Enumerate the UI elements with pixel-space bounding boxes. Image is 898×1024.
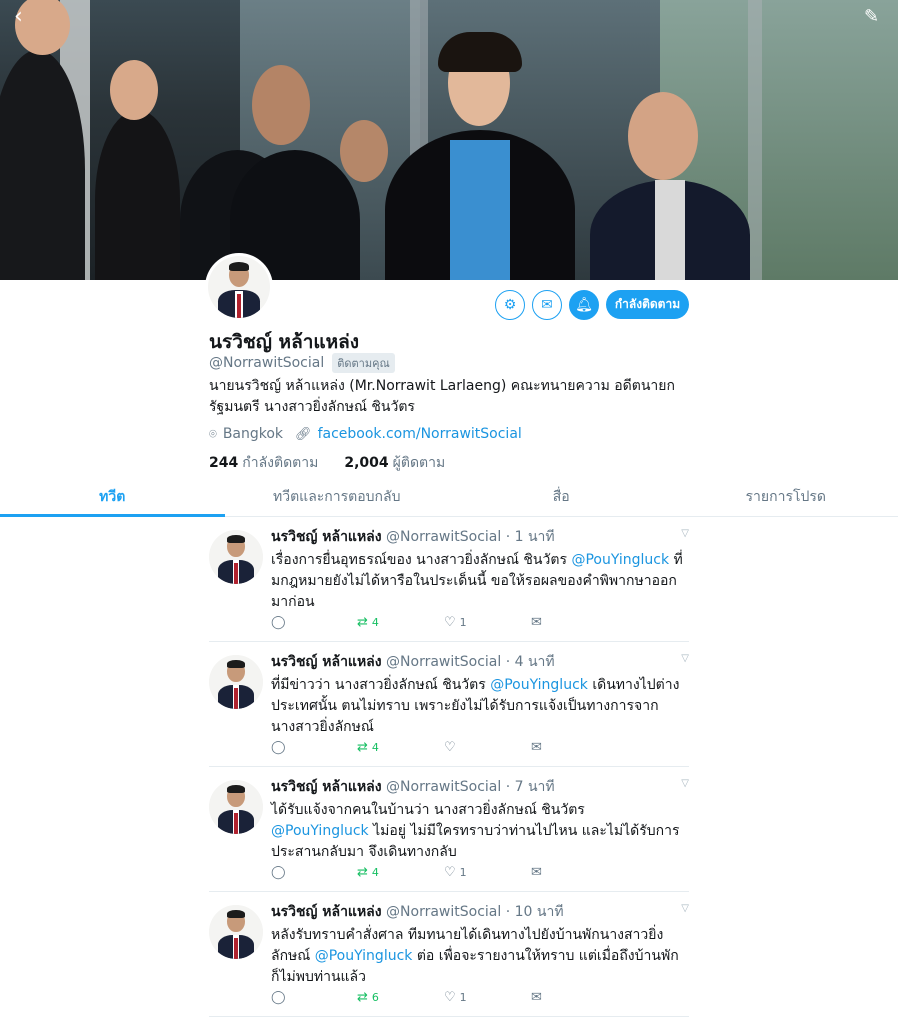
- tweet-avatar[interactable]: [209, 530, 263, 584]
- tweet-author-name[interactable]: นรวิชญ์ หล้าแหล่ง: [271, 654, 382, 670]
- tab-tweets-and-replies[interactable]: ทวีตและการตอบกลับ: [225, 480, 450, 516]
- notifications-button[interactable]: 🔔︎: [569, 290, 599, 320]
- retweet-button[interactable]: ⇄ 4: [357, 615, 379, 630]
- reply-button[interactable]: ◯: [271, 990, 286, 1005]
- followers-stat[interactable]: 2,004 ผู้ติดตาม: [344, 452, 445, 474]
- direct-message-button[interactable]: ✉: [531, 740, 542, 755]
- reply-icon: ◯: [271, 990, 286, 1005]
- heart-icon: ♡: [444, 865, 456, 880]
- profile-handle-row: @NorrawitSocial ติดตามคุณ: [209, 353, 395, 373]
- heart-icon: ♡: [444, 740, 456, 755]
- retweet-icon: ⇄: [357, 615, 368, 630]
- like-button[interactable]: ♡ 1: [444, 990, 467, 1005]
- tweet-meta: @NorrawitSocial · 7 นาที: [386, 779, 555, 795]
- retweet-button[interactable]: ⇄ 6: [357, 990, 379, 1005]
- tweet-meta: @NorrawitSocial · 10 นาที: [386, 904, 564, 920]
- tweet-avatar[interactable]: [209, 780, 263, 834]
- retweet-button[interactable]: ⇄ 4: [357, 740, 379, 755]
- chevron-left-icon[interactable]: ‹: [14, 6, 36, 28]
- tweet-item[interactable]: นรวิชญ์ หล้าแหล่ง @NorrawitSocial · 10 น…: [209, 893, 689, 1017]
- tweet-meta: @NorrawitSocial · 4 นาที: [386, 654, 555, 670]
- envelope-icon: ✉: [531, 615, 542, 630]
- like-button[interactable]: ♡ 1: [444, 615, 467, 630]
- header-photo-person: [95, 110, 180, 280]
- tweet-item[interactable]: นรวิชญ์ หล้าแหล่ง @NorrawitSocial · 4 นา…: [209, 643, 689, 767]
- tweet-author-name[interactable]: นรวิชญ์ หล้าแหล่ง: [271, 529, 382, 545]
- envelope-icon: ✉: [541, 297, 553, 313]
- reply-button[interactable]: ◯: [271, 740, 286, 755]
- tweet-text: ได้รับแจ้งจากคนในบ้านว่า นางสาวยิ่งลักษณ…: [271, 802, 680, 860]
- header-photo-shirt: [655, 180, 685, 280]
- profile-location: Bangkok: [222, 426, 284, 442]
- tweet-meta: @NorrawitSocial · 1 นาที: [386, 529, 555, 545]
- retweet-icon: ⇄: [357, 990, 368, 1005]
- reply-button[interactable]: ◯: [271, 865, 286, 880]
- chevron-down-icon[interactable]: ▽: [681, 903, 689, 914]
- profile-website-link[interactable]: facebook.com/NorrawitSocial: [318, 426, 522, 442]
- profile-meta: ⌾ Bangkok 🔗︎ facebook.com/NorrawitSocial: [209, 426, 522, 442]
- tweet-text: หลังรับทราบคำสั่งศาล ทีมทนายได้เดินทางไป…: [271, 927, 679, 985]
- profile-handle: @NorrawitSocial: [209, 355, 325, 371]
- reply-icon: ◯: [271, 865, 286, 880]
- gear-icon: ⚙: [503, 297, 517, 313]
- header-photo-face: [340, 120, 388, 182]
- chevron-down-icon[interactable]: ▽: [681, 778, 689, 789]
- retweet-icon: ⇄: [357, 865, 368, 880]
- header-photo-hair: [438, 32, 522, 72]
- tab-media[interactable]: สื่อ: [449, 480, 674, 516]
- tweet-avatar[interactable]: [209, 905, 263, 959]
- heart-icon: ♡: [444, 990, 456, 1005]
- profile-avatar[interactable]: [205, 253, 273, 321]
- envelope-icon: ✉: [531, 740, 542, 755]
- tweet-item[interactable]: นรวิชญ์ หล้าแหล่ง @NorrawitSocial · 1 นา…: [209, 518, 689, 642]
- location-pin-icon: ⌾: [209, 426, 217, 442]
- reply-button[interactable]: ◯: [271, 615, 286, 630]
- reply-icon: ◯: [271, 740, 286, 755]
- heart-icon: ♡: [444, 615, 456, 630]
- tweet-author-name[interactable]: นรวิชญ์ หล้าแหล่ง: [271, 904, 382, 920]
- following-button[interactable]: กำลังติดตาม: [606, 290, 689, 319]
- like-button[interactable]: ♡: [444, 740, 460, 755]
- header-photo-face: [110, 60, 158, 120]
- envelope-icon: ✉: [531, 990, 542, 1005]
- tweet-author-name[interactable]: นรวิชญ์ หล้าแหล่ง: [271, 779, 382, 795]
- envelope-icon: ✉: [531, 865, 542, 880]
- header-photo-face: [252, 65, 310, 145]
- mention-link[interactable]: @PouYingluck: [490, 677, 588, 693]
- profile-tabs: ทวีต ทวีตและการตอบกลับ สื่อ รายการโปรด: [0, 480, 898, 517]
- follows-you-badge: ติดตามคุณ: [332, 353, 395, 373]
- reply-icon: ◯: [271, 615, 286, 630]
- retweet-button[interactable]: ⇄ 4: [357, 865, 379, 880]
- header-photo-pillar: [748, 0, 762, 280]
- profile-stats: 244 กำลังติดตาม 2,004 ผู้ติดตาม: [209, 452, 445, 474]
- tweet-text: เรื่องการยื่นอุทธรณ์ของ นางสาวยิ่งลักษณ์…: [271, 552, 683, 610]
- tweet-text: ที่มีข่าวว่า นางสาวยิ่งลักษณ์ ชินวัตร @P…: [271, 677, 680, 735]
- like-button[interactable]: ♡ 1: [444, 865, 467, 880]
- profile-bio: นายนรวิชญ์ หล้าแหล่ง (Mr.Norrawit Larlae…: [209, 378, 675, 415]
- tab-likes[interactable]: รายการโปรด: [674, 480, 898, 516]
- chevron-down-icon[interactable]: ▽: [681, 528, 689, 539]
- profile-header-photo[interactable]: ‹ ✎: [0, 0, 898, 280]
- mention-link[interactable]: @PouYingluck: [315, 948, 413, 964]
- direct-message-button[interactable]: ✉: [531, 865, 542, 880]
- header-photo-blue-blouse: [450, 140, 510, 280]
- tweet-avatar[interactable]: [209, 655, 263, 709]
- chevron-down-icon[interactable]: ▽: [681, 653, 689, 664]
- retweet-icon: ⇄: [357, 740, 368, 755]
- following-stat[interactable]: 244 กำลังติดตาม: [209, 452, 318, 474]
- link-icon: 🔗︎: [295, 426, 312, 442]
- tab-tweets[interactable]: ทวีต: [0, 480, 225, 517]
- mention-link[interactable]: @PouYingluck: [271, 823, 369, 839]
- message-button[interactable]: ✉: [532, 290, 562, 320]
- tweet-item[interactable]: นรวิชญ์ หล้าแหล่ง @NorrawitSocial · 7 นา…: [209, 768, 689, 892]
- compose-feather-icon[interactable]: ✎: [864, 6, 886, 28]
- direct-message-button[interactable]: ✉: [531, 615, 542, 630]
- mention-link[interactable]: @PouYingluck: [571, 552, 669, 568]
- settings-gear-button[interactable]: ⚙: [495, 290, 525, 320]
- header-photo-face: [628, 92, 698, 180]
- bell-icon: 🔔︎: [575, 297, 593, 313]
- direct-message-button[interactable]: ✉: [531, 990, 542, 1005]
